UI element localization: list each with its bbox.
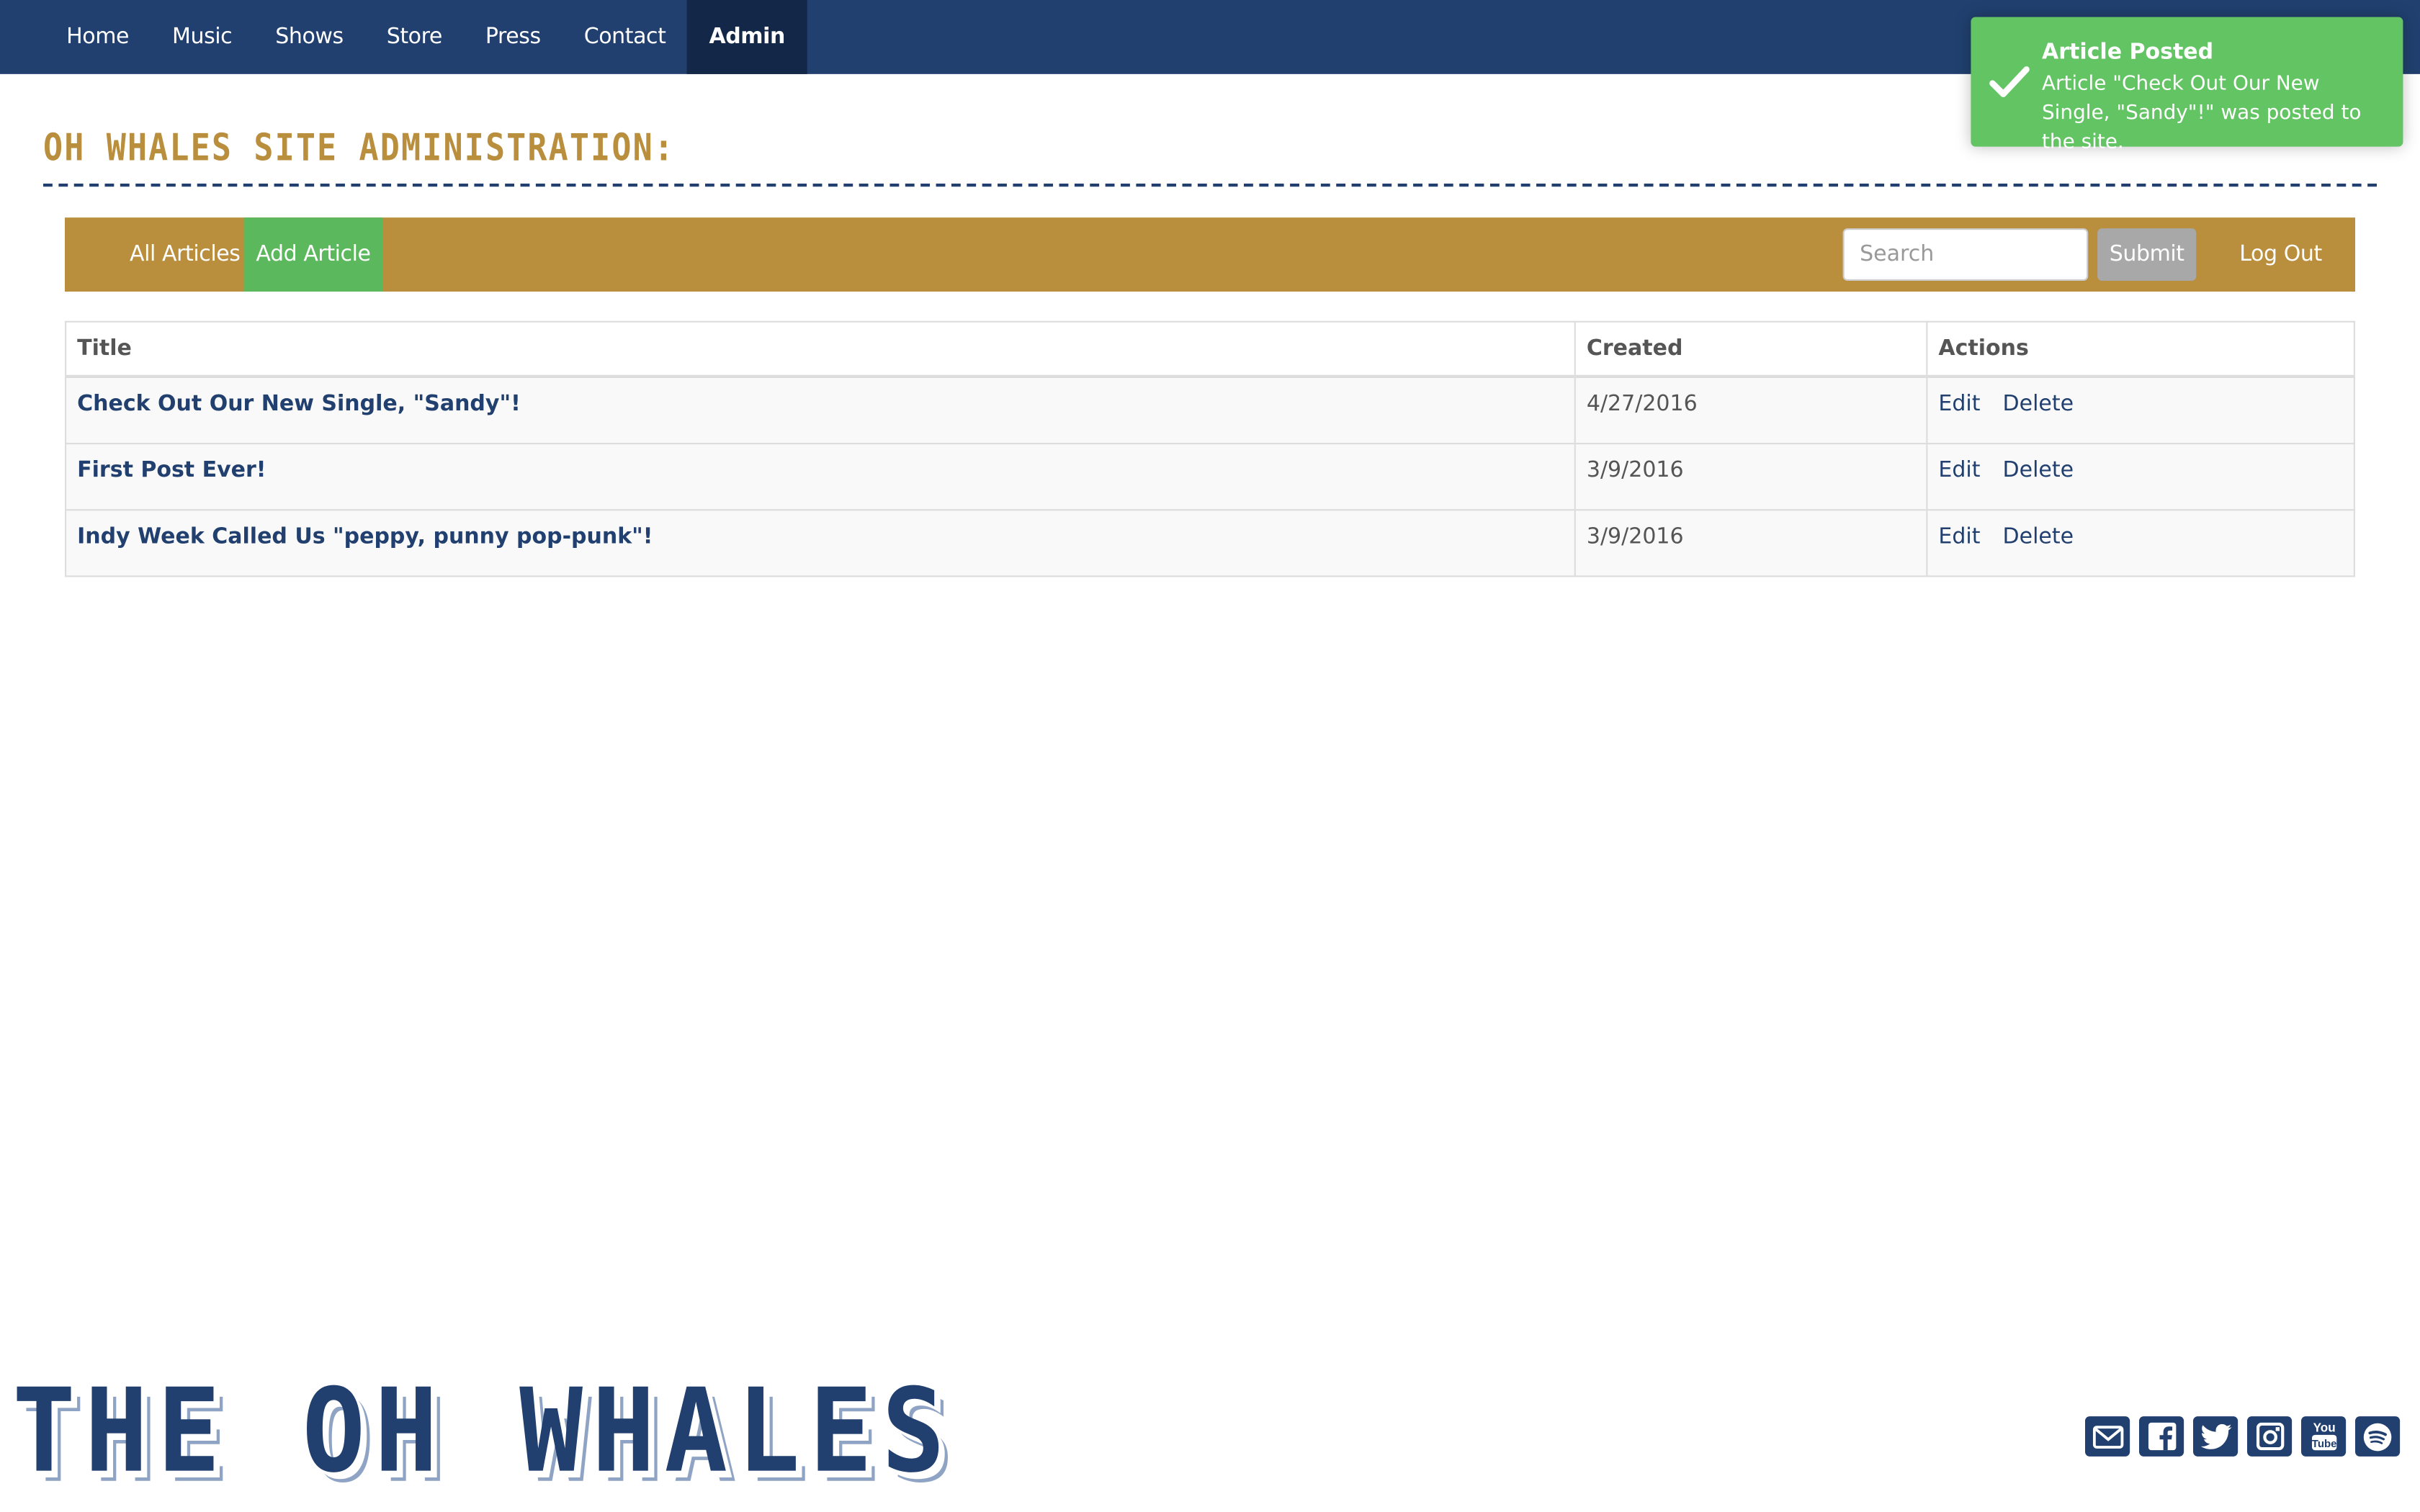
- submit-button[interactable]: Submit: [2097, 228, 2197, 281]
- nav-item-contact[interactable]: Contact: [563, 0, 688, 74]
- table-header-row: Title Created Actions: [64, 320, 2355, 378]
- nav-item-shows[interactable]: Shows: [254, 0, 364, 74]
- article-title-cell: Check Out Our New Single, "Sandy"!: [64, 375, 1576, 444]
- footer-logo: THE OH WHALES: [12, 1365, 954, 1500]
- search-input[interactable]: [1842, 228, 2089, 281]
- article-created: 3/9/2016: [1574, 441, 1928, 510]
- article-title-link[interactable]: Check Out Our New Single, "Sandy"!: [77, 392, 521, 416]
- all-articles-link[interactable]: All Articles: [130, 217, 241, 292]
- article-actions: Edit Delete: [1926, 375, 2355, 444]
- nav-item-press[interactable]: Press: [464, 0, 563, 74]
- article-title-link[interactable]: Indy Week Called Us "peppy, punny pop-pu…: [77, 523, 653, 549]
- add-article-link[interactable]: Add Article: [243, 217, 383, 292]
- articles-table: Title Created Actions Check Out Our New …: [64, 320, 2355, 577]
- column-header-actions: Actions: [1926, 320, 2355, 378]
- article-created: 4/27/2016: [1574, 375, 1928, 444]
- column-header-title: Title: [64, 320, 1576, 378]
- edit-link[interactable]: Edit: [1938, 523, 1980, 549]
- twitter-icon[interactable]: [2193, 1416, 2238, 1457]
- success-toast[interactable]: Article Posted Article "Check Out Our Ne…: [1971, 17, 2403, 154]
- nav-item-music[interactable]: Music: [151, 0, 254, 74]
- nav-item-home[interactable]: Home: [45, 0, 151, 74]
- heading-divider: [43, 183, 2377, 187]
- nav-item-store[interactable]: Store: [365, 0, 464, 74]
- check-icon: [1989, 66, 2030, 97]
- nav-list: Home Music Shows Store Press Contact Adm…: [45, 0, 807, 74]
- youtube-icon[interactable]: You Tube: [2301, 1416, 2347, 1457]
- article-title-link[interactable]: First Post Ever!: [77, 457, 266, 482]
- edit-link[interactable]: Edit: [1938, 392, 1980, 416]
- admin-toolbar: All Articles Add Article Submit Log Out: [65, 217, 2355, 292]
- edit-link[interactable]: Edit: [1938, 457, 1980, 482]
- article-actions: Edit Delete: [1926, 441, 2355, 510]
- social-links: You Tube: [2085, 1416, 2401, 1457]
- article-title-cell: First Post Ever!: [64, 441, 1576, 510]
- instagram-icon[interactable]: [2247, 1416, 2293, 1457]
- toast-message: Article "Check Out Our New Single, "Sand…: [2042, 72, 2362, 155]
- svg-text:Tube: Tube: [2311, 1438, 2336, 1450]
- logout-link[interactable]: Log Out: [2239, 217, 2322, 292]
- nav-item-admin[interactable]: Admin: [687, 0, 807, 74]
- delete-link[interactable]: Delete: [2003, 392, 2074, 416]
- table-row: Indy Week Called Us "peppy, punny pop-pu…: [64, 508, 2355, 577]
- delete-link[interactable]: Delete: [2003, 523, 2074, 549]
- facebook-icon[interactable]: [2139, 1416, 2184, 1457]
- page-title: OH WHALES SITE ADMINISTRATION:: [43, 126, 676, 169]
- column-header-created: Created: [1574, 320, 1928, 378]
- toast-title: Article Posted: [2042, 40, 2214, 65]
- envelope-icon[interactable]: [2085, 1416, 2130, 1457]
- table-row: First Post Ever! 3/9/2016 Edit Delete: [64, 441, 2355, 510]
- article-title-cell: Indy Week Called Us "peppy, punny pop-pu…: [64, 508, 1576, 577]
- article-created: 3/9/2016: [1574, 508, 1928, 577]
- delete-link[interactable]: Delete: [2003, 457, 2074, 482]
- svg-text:You: You: [2313, 1421, 2335, 1435]
- spotify-icon[interactable]: [2355, 1416, 2401, 1457]
- table-row: Check Out Our New Single, "Sandy"! 4/27/…: [64, 375, 2355, 444]
- article-actions: Edit Delete: [1926, 508, 2355, 577]
